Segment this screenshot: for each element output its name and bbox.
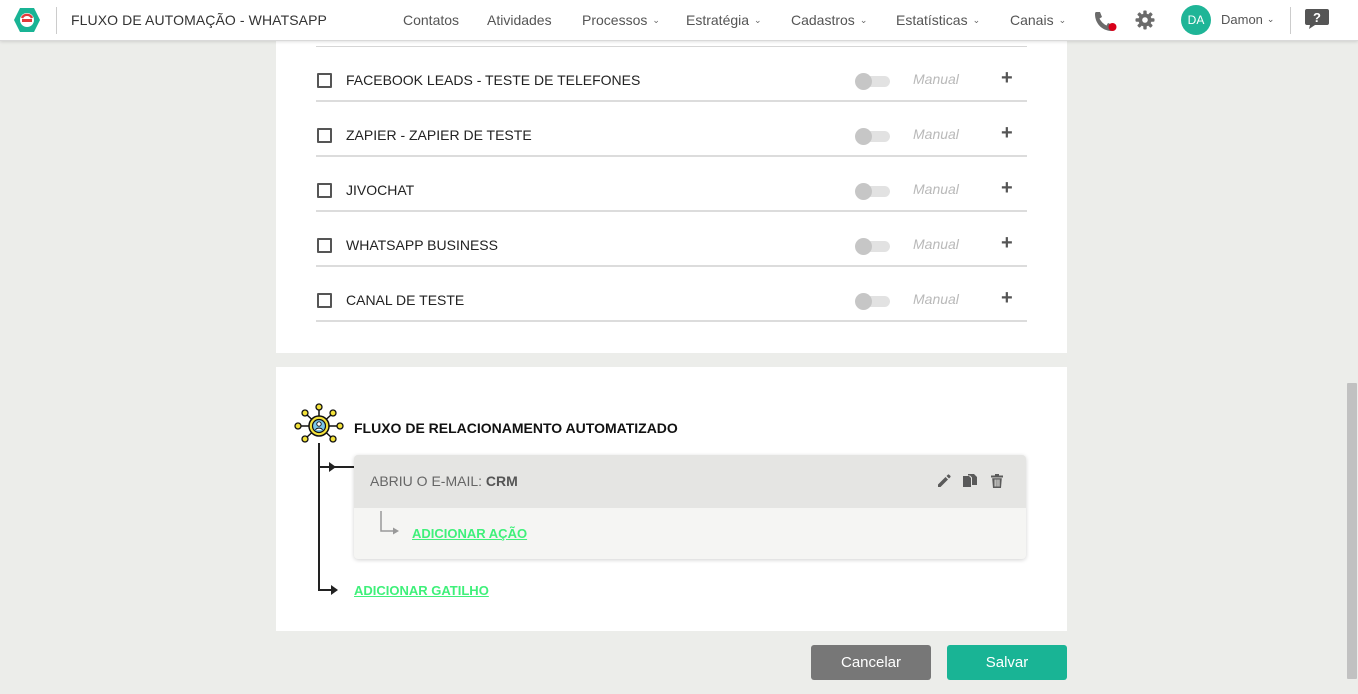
nav-item-cadastros[interactable]: Cadastros ⌄ xyxy=(791,12,867,28)
channel-name: JIVOCHAT xyxy=(346,182,415,198)
nav-label: Contatos xyxy=(403,12,460,28)
user-menu[interactable]: Damon ⌄ xyxy=(1221,12,1274,27)
channel-row: WHATSAPP BUSINESS Manual + xyxy=(316,212,1027,267)
channel-mode: Manual xyxy=(913,71,959,87)
trash-icon[interactable] xyxy=(989,473,1005,489)
avatar[interactable]: DA xyxy=(1181,5,1211,35)
chevron-down-icon: ⌄ xyxy=(859,15,868,25)
nav-item-estatisticas[interactable]: Estatísticas ⌄ xyxy=(896,12,980,28)
trigger-label: ABRIU O E-MAIL: CRM xyxy=(370,473,518,489)
chevron-down-icon: ⌄ xyxy=(972,15,981,25)
plus-icon[interactable]: + xyxy=(1001,178,1013,198)
scrollbar-thumb[interactable] xyxy=(1347,383,1357,679)
page-title: FLUXO DE AUTOMAÇÃO - WHATSAPP xyxy=(71,12,327,28)
flow-card: FLUXO DE RELACIONAMENTO AUTOMATIZADO ABR… xyxy=(276,367,1067,631)
channel-checkbox[interactable] xyxy=(317,183,332,198)
plus-icon[interactable]: + xyxy=(1001,123,1013,143)
logo-icon[interactable] xyxy=(13,7,41,33)
channel-mode: Manual xyxy=(913,291,959,307)
plus-icon[interactable]: + xyxy=(1001,288,1013,308)
trigger-type: ABRIU O E-MAIL: xyxy=(370,473,483,489)
sub-arrow-icon xyxy=(380,511,399,535)
add-action-link[interactable]: ADICIONAR AÇÃO xyxy=(412,526,527,541)
add-trigger-link[interactable]: ADICIONAR GATILHO xyxy=(354,583,489,598)
channel-row: ZAPIER - ZAPIER DE TESTE Manual + xyxy=(316,102,1027,157)
header-divider xyxy=(56,7,57,34)
nav-label: Processos xyxy=(582,12,648,28)
channel-name: CANAL DE TESTE xyxy=(346,292,465,308)
channel-row: JIVOCHAT Manual + xyxy=(316,157,1027,212)
channel-row: FACEBOOK LEADS - TESTE DE TELEFONES Manu… xyxy=(316,47,1027,102)
help-icon[interactable]: ? xyxy=(1304,8,1330,30)
chevron-down-icon: ⌄ xyxy=(1058,15,1067,25)
chevron-down-icon: ⌄ xyxy=(652,15,660,25)
gear-icon[interactable] xyxy=(1135,10,1155,30)
nav-label: Estatísticas xyxy=(896,12,968,28)
save-button[interactable]: Salvar xyxy=(947,645,1067,680)
channel-toggle[interactable] xyxy=(855,183,891,200)
channel-toggle[interactable] xyxy=(855,293,891,310)
toggle-knob xyxy=(855,73,872,90)
pencil-icon[interactable] xyxy=(936,473,952,489)
channel-toggle[interactable] xyxy=(855,128,891,145)
trigger-header: ABRIU O E-MAIL: CRM xyxy=(354,455,1026,508)
nav-item-estrategia[interactable]: Estratégia ⌄ xyxy=(686,12,762,28)
channel-checkbox[interactable] xyxy=(317,293,332,308)
toggle-knob xyxy=(855,238,872,255)
channel-row: CANAL DE TESTE Manual + xyxy=(316,267,1027,322)
arrow-right-icon xyxy=(329,462,336,472)
channel-checkbox[interactable] xyxy=(317,73,332,88)
channel-list-card: FACEBOOK LEADS - TESTE DE TELEFONES Manu… xyxy=(276,41,1067,353)
channel-toggle[interactable] xyxy=(855,73,891,90)
nav-item-processos[interactable]: Processos ⌄ xyxy=(582,12,660,28)
flow-title: FLUXO DE RELACIONAMENTO AUTOMATIZADO xyxy=(354,420,678,436)
chevron-down-icon: ⌄ xyxy=(1266,14,1275,24)
copy-icon[interactable] xyxy=(962,473,978,489)
toggle-knob xyxy=(855,293,872,310)
nav-label: Cadastros xyxy=(791,12,855,28)
flow-branch-line xyxy=(318,589,332,591)
nav-label: Estratégia xyxy=(686,12,750,28)
channel-name: FACEBOOK LEADS - TESTE DE TELEFONES xyxy=(346,72,641,88)
plus-icon[interactable]: + xyxy=(1001,68,1013,88)
nav-item-canais[interactable]: Canais ⌄ xyxy=(1010,12,1066,28)
channel-toggle[interactable] xyxy=(855,238,891,255)
cancel-button[interactable]: Cancelar xyxy=(811,645,931,680)
plus-icon[interactable]: + xyxy=(1001,233,1013,253)
channel-mode: Manual xyxy=(913,181,959,197)
channel-checkbox[interactable] xyxy=(317,238,332,253)
toggle-knob xyxy=(855,183,872,200)
channel-mode: Manual xyxy=(913,126,959,142)
channel-name: ZAPIER - ZAPIER DE TESTE xyxy=(346,127,532,143)
svg-text:?: ? xyxy=(1313,10,1321,25)
chevron-down-icon: ⌄ xyxy=(754,15,762,25)
toggle-knob xyxy=(855,128,872,145)
channel-name: WHATSAPP BUSINESS xyxy=(346,237,498,253)
header-divider xyxy=(1290,7,1291,34)
nav-item-contatos[interactable]: Contatos xyxy=(403,12,459,28)
phone-icon[interactable] xyxy=(1093,10,1117,32)
trigger-value: CRM xyxy=(485,473,518,489)
channel-mode: Manual xyxy=(913,236,959,252)
channel-checkbox[interactable] xyxy=(317,128,332,143)
top-bar: FLUXO DE AUTOMAÇÃO - WHATSAPP Contatos A… xyxy=(0,0,1358,41)
user-name: Damon xyxy=(1221,12,1263,27)
nav-label: Canais xyxy=(1010,12,1054,28)
nav-label: Atividades xyxy=(487,12,552,28)
nav-item-atividades[interactable]: Atividades xyxy=(487,12,552,28)
arrow-right-icon xyxy=(331,585,338,595)
trigger-card: ABRIU O E-MAIL: CRM ADICIONAR AÇÃO xyxy=(354,455,1026,559)
